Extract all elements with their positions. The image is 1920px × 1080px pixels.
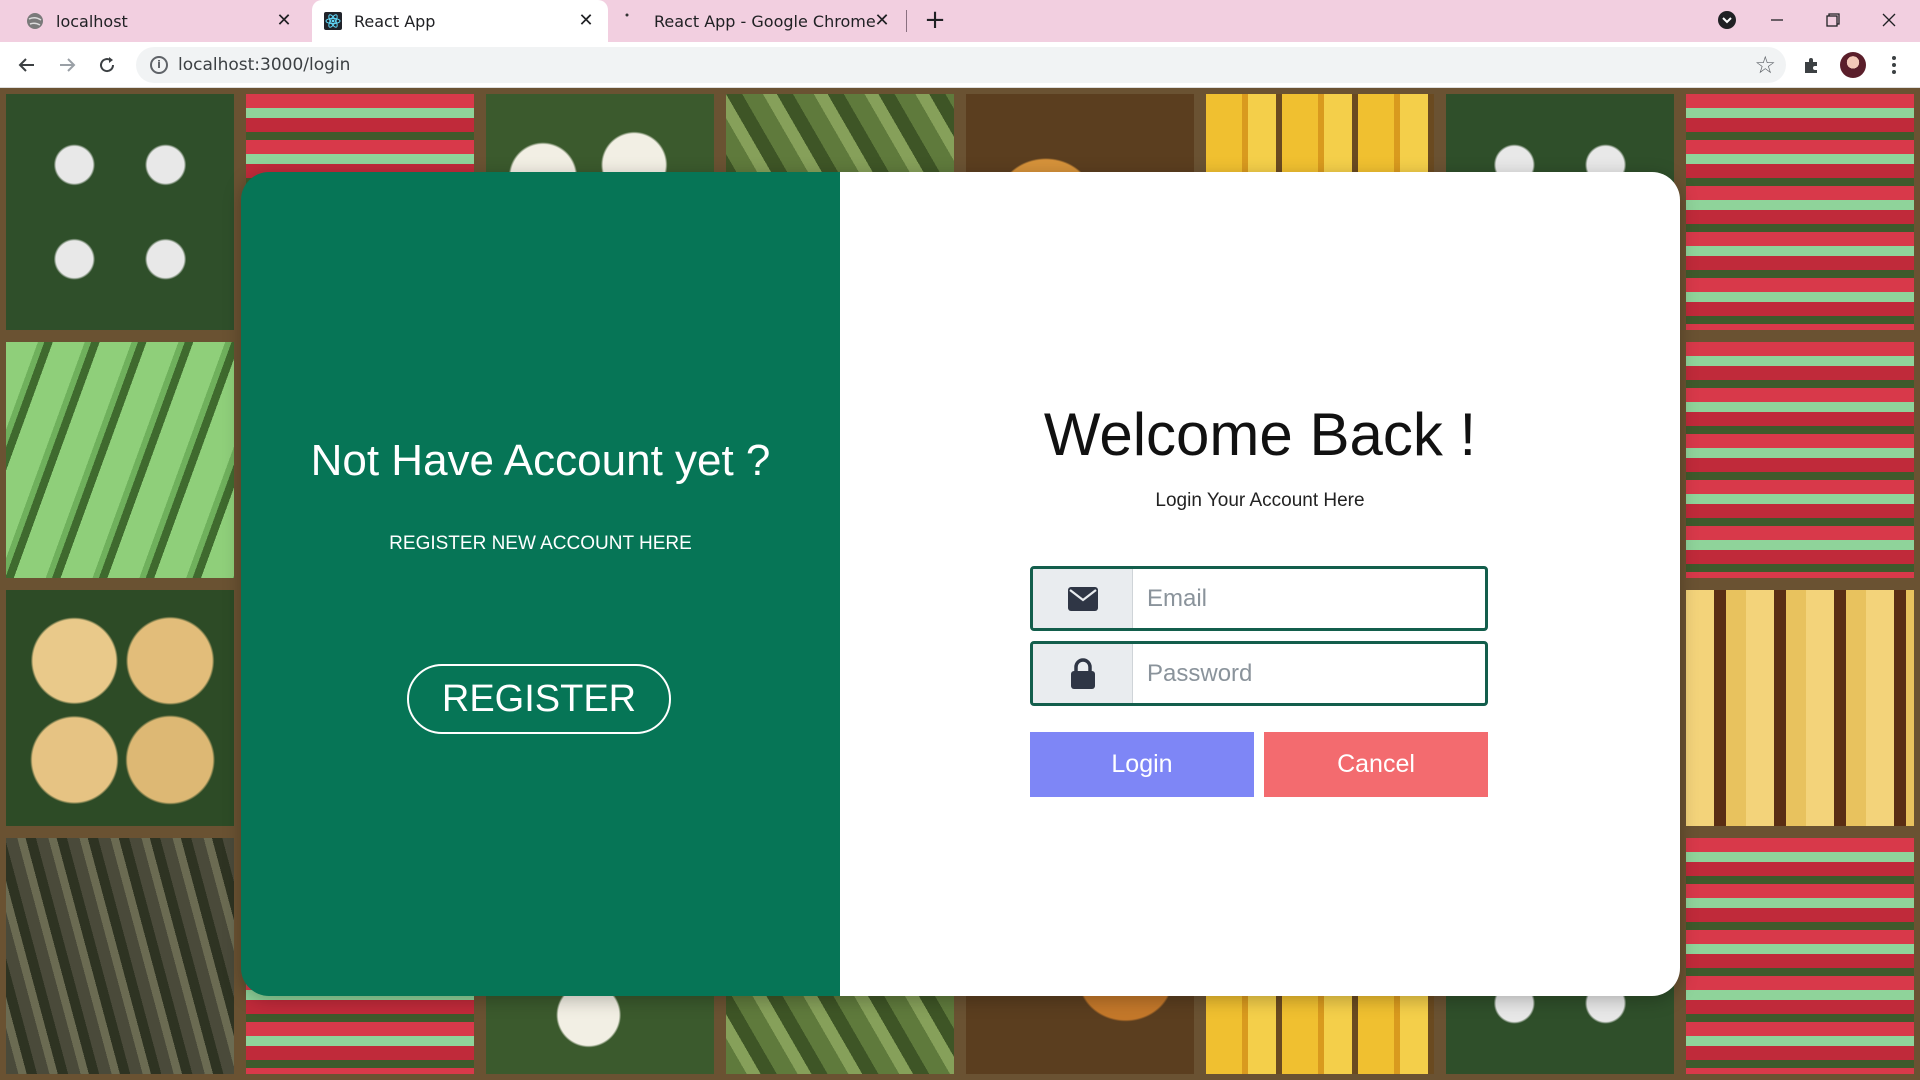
browser-toolbar: i localhost:3000/login ☆ <box>0 42 1920 88</box>
address-bar[interactable]: i localhost:3000/login ☆ <box>136 47 1786 83</box>
globe-icon <box>26 12 44 30</box>
tab-title: React App <box>354 11 436 31</box>
extensions-puzzle-icon[interactable] <box>1797 50 1827 80</box>
tab-separator <box>906 10 907 32</box>
register-subtitle: REGISTER NEW ACCOUNT HERE <box>389 533 692 554</box>
tab-react-app[interactable]: React App ✕ <box>312 0 608 42</box>
login-heading: Welcome Back ! <box>1043 401 1477 468</box>
auth-card: Not Have Account yet ? REGISTER NEW ACCO… <box>241 172 1680 996</box>
email-input[interactable]: Email <box>1133 569 1485 628</box>
register-button[interactable]: REGISTER <box>407 664 671 734</box>
close-icon[interactable]: ✕ <box>274 11 294 31</box>
lock-icon <box>1033 644 1133 703</box>
email-field[interactable]: Email <box>1030 566 1488 631</box>
password-input[interactable]: Password <box>1133 644 1485 703</box>
cancel-button[interactable]: Cancel <box>1264 732 1488 797</box>
window-close-icon[interactable] <box>1866 0 1912 40</box>
tab-strip: localhost ✕ React App ✕ React App - Goog… <box>0 0 1920 42</box>
tab-search-icon[interactable] <box>1704 0 1750 40</box>
react-icon <box>324 12 342 30</box>
back-arrow-icon[interactable] <box>12 50 42 80</box>
url-text: localhost:3000/login <box>178 55 351 75</box>
page-viewport: Not Have Account yet ? REGISTER NEW ACCO… <box>0 88 1920 1080</box>
login-subtitle: Login Your Account Here <box>1155 490 1365 511</box>
minimize-icon[interactable] <box>1754 0 1800 40</box>
tab-title: localhost <box>56 11 128 31</box>
profile-avatar[interactable] <box>1840 52 1866 78</box>
close-icon[interactable]: ✕ <box>576 11 596 31</box>
kebab-menu-icon[interactable] <box>1879 50 1909 80</box>
info-icon[interactable]: i <box>150 56 168 74</box>
close-icon[interactable]: ✕ <box>872 11 892 31</box>
register-panel: Not Have Account yet ? REGISTER NEW ACCO… <box>241 172 840 996</box>
login-button[interactable]: Login <box>1030 732 1254 797</box>
tab-react-app-chrome[interactable]: React App - Google Chrome ✕ <box>612 0 904 42</box>
new-tab-button[interactable]: + <box>920 6 950 36</box>
register-heading: Not Have Account yet ? <box>310 436 771 485</box>
bookmark-star-icon[interactable]: ☆ <box>1754 51 1776 79</box>
loading-icon <box>624 12 642 30</box>
password-field[interactable]: Password <box>1030 641 1488 706</box>
restore-icon[interactable] <box>1810 0 1856 40</box>
tab-title: React App - Google Chrome <box>654 11 876 31</box>
forward-arrow-icon[interactable] <box>52 50 82 80</box>
envelope-icon <box>1033 569 1133 628</box>
tab-localhost[interactable]: localhost ✕ <box>14 0 306 42</box>
login-panel: Welcome Back ! Login Your Account Here E… <box>840 172 1680 996</box>
reload-icon[interactable] <box>92 50 122 80</box>
